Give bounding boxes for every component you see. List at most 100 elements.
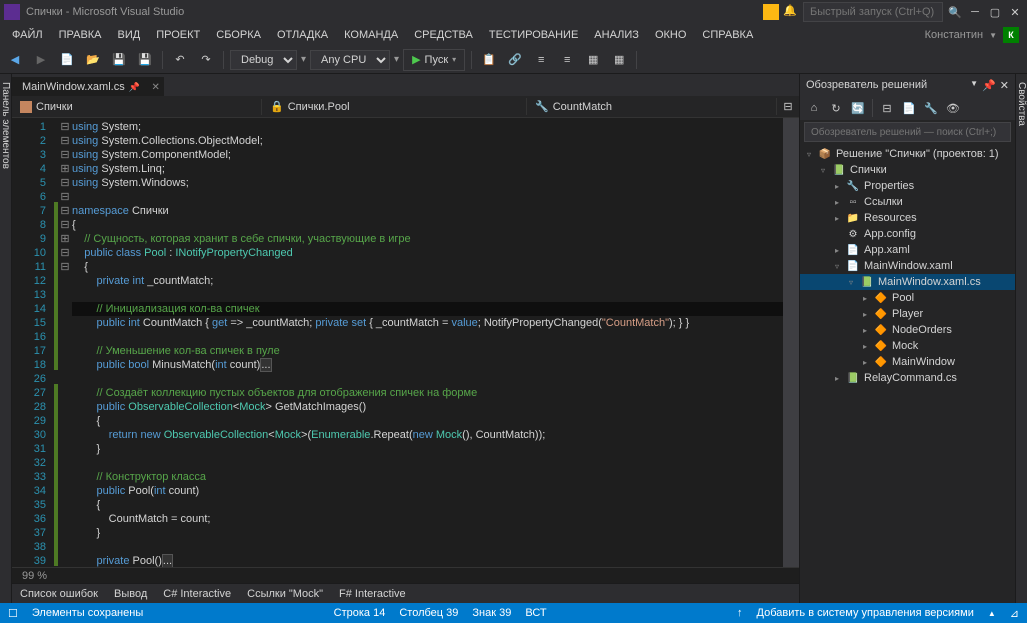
tab-label: MainWindow.xaml.cs [22, 81, 125, 93]
zoom-level[interactable]: 99 % [18, 570, 51, 582]
sync-icon[interactable]: ↻ [826, 98, 846, 118]
bottom-tab[interactable]: Вывод [114, 588, 147, 600]
toolbar-btn1[interactable]: 📋 [478, 49, 500, 71]
vcs-publish-icon[interactable]: ↑ [737, 607, 743, 619]
bottom-tab[interactable]: Список ошибок [20, 588, 98, 600]
user-name[interactable]: Константин [925, 29, 983, 41]
redo-button[interactable]: ↷ [195, 49, 217, 71]
refresh-icon[interactable]: 🔄 [848, 98, 868, 118]
menubar: ФАЙЛПРАВКАВИДПРОЕКТСБОРКАОТЛАДКАКОМАНДАС… [0, 24, 1027, 46]
show-all-icon[interactable]: 📄 [899, 98, 919, 118]
solution-search-input[interactable] [804, 122, 1011, 142]
new-project-button[interactable]: 📄 [56, 49, 78, 71]
fold-column[interactable]: ⊟⊟⊟⊞⊟⊟⊟⊟⊞⊟⊟ [58, 118, 72, 567]
type-combo[interactable]: 🔒Спички.Pool [262, 98, 527, 115]
tree-node[interactable]: ▸🔶NodeOrders [800, 322, 1015, 338]
tree-node[interactable]: ▸📗RelayCommand.cs [800, 370, 1015, 386]
menu-отладка[interactable]: ОТЛАДКА [269, 27, 336, 43]
editor-tab[interactable]: MainWindow.xaml.cs 📌 ✕ [12, 77, 164, 96]
quicklaunch-input[interactable] [803, 2, 943, 22]
pane-close-icon[interactable]: ✕ [1000, 79, 1009, 92]
tree-node[interactable]: ▸📁Resources [800, 210, 1015, 226]
tree-node[interactable]: ▿📦Решение "Спички" (проектов: 1) [800, 146, 1015, 162]
menu-команда[interactable]: КОМАНДА [336, 27, 406, 43]
menu-справка[interactable]: СПРАВКА [694, 27, 761, 43]
undo-button[interactable]: ↶ [169, 49, 191, 71]
status-vcs[interactable]: Добавить в систему управления версиями [757, 607, 974, 619]
tree-node[interactable]: ▸🔶Player [800, 306, 1015, 322]
status-resize-grip[interactable]: ⊿ [1010, 607, 1019, 620]
save-all-button[interactable]: 💾 [134, 49, 156, 71]
open-button[interactable]: 📂 [82, 49, 104, 71]
start-debug-button[interactable]: ▶Пуск ▾ [403, 49, 465, 71]
properties-icon[interactable]: 🔧 [921, 98, 941, 118]
toolbox-pane-collapsed[interactable]: Панель элементов [0, 74, 12, 603]
preview-icon[interactable]: 👁 [943, 98, 963, 118]
solution-toolbar: ⌂ ↻ 🔄 ⊟ 📄 🔧 👁 [800, 96, 1015, 120]
tree-node[interactable]: ▸🔶MainWindow [800, 354, 1015, 370]
menu-файл[interactable]: ФАЙЛ [4, 27, 51, 43]
search-icon[interactable]: 🔍 [947, 4, 963, 20]
toolbar-btn3[interactable]: ≡ [530, 49, 552, 71]
maximize-button[interactable]: ▢ [987, 4, 1003, 20]
pane-pin-icon[interactable]: 📌 [982, 79, 996, 92]
nav-back-button[interactable]: ◀ [4, 49, 26, 71]
bottom-tab[interactable]: Ссылки "Mock" [247, 588, 323, 600]
window-title: Спички - Microsoft Visual Studio [26, 6, 184, 18]
menu-окно[interactable]: ОКНО [647, 27, 694, 43]
tree-node[interactable]: ▿📗MainWindow.xaml.cs [800, 274, 1015, 290]
config-dropdown[interactable]: Debug [230, 50, 297, 70]
status-char: Знак 39 [472, 607, 511, 619]
toolbar-btn2[interactable]: 🔗 [504, 49, 526, 71]
chevron-up-icon[interactable]: ▲ [988, 609, 996, 618]
tree-node[interactable]: ▿📗Спички [800, 162, 1015, 178]
solution-tree[interactable]: ▿📦Решение "Спички" (проектов: 1)▿📗Спички… [800, 144, 1015, 603]
toolbar-btn4[interactable]: ≡ [556, 49, 578, 71]
close-button[interactable]: ✕ [1007, 4, 1023, 20]
bottom-tab[interactable]: C# Interactive [163, 588, 231, 600]
nav-forward-button[interactable]: ▶ [30, 49, 52, 71]
feedback-flag-icon[interactable] [763, 4, 779, 20]
toolbar-btn6[interactable]: ▦ [608, 49, 630, 71]
collapse-icon[interactable]: ⊟ [877, 98, 897, 118]
menu-вид[interactable]: ВИД [110, 27, 149, 43]
code-content[interactable]: using System;using System.Collections.Ob… [72, 118, 783, 567]
pin-icon[interactable]: 📌 [129, 82, 140, 93]
menu-сборка[interactable]: СБОРКА [208, 27, 269, 43]
tree-node[interactable]: ▸🔧Properties [800, 178, 1015, 194]
titlebar: Спички - Microsoft Visual Studio 🔔 🔍 ─ ▢… [0, 0, 1027, 24]
split-icon[interactable]: ⊟ [777, 96, 799, 118]
tab-close-icon[interactable]: ✕ [152, 82, 160, 93]
platform-dropdown[interactable]: Any CPU [310, 50, 390, 70]
editor-tabbar: MainWindow.xaml.cs 📌 ✕ [12, 74, 799, 96]
bottom-tab[interactable]: F# Interactive [339, 588, 406, 600]
status-line: Строка 14 [334, 607, 386, 619]
code-editor[interactable]: 1234567891011121314151617182627282930313… [12, 118, 799, 567]
tree-node[interactable]: ▸▫▫Ссылки [800, 194, 1015, 210]
tree-node[interactable]: ▸🔶Pool [800, 290, 1015, 306]
home-icon[interactable]: ⌂ [804, 98, 824, 118]
chevron-down-icon[interactable]: ▼ [989, 31, 997, 40]
menu-средства[interactable]: СРЕДСТВА [406, 27, 481, 43]
code-nav-bar: Спички 🔒Спички.Pool 🔧CountMatch ⊟ [12, 96, 799, 118]
menu-проект[interactable]: ПРОЕКТ [148, 27, 208, 43]
properties-pane-collapsed[interactable]: Свойства [1015, 74, 1027, 603]
menu-анализ[interactable]: АНАЛИЗ [586, 27, 647, 43]
status-ins: ВСТ [525, 607, 546, 619]
vs-logo-icon [4, 4, 20, 20]
tree-node[interactable]: ▸📄App.xaml [800, 242, 1015, 258]
user-avatar[interactable]: К [1003, 27, 1019, 43]
tree-node[interactable]: ▸🔶Mock [800, 338, 1015, 354]
minimize-button[interactable]: ─ [967, 4, 983, 20]
menu-правка[interactable]: ПРАВКА [51, 27, 110, 43]
vertical-scrollbar[interactable] [783, 118, 799, 567]
menu-тестирование[interactable]: ТЕСТИРОВАНИЕ [481, 27, 586, 43]
notification-icon[interactable]: 🔔 [783, 4, 799, 20]
project-combo[interactable]: Спички [12, 99, 262, 115]
pane-dropdown-icon[interactable]: ▼ [970, 79, 978, 92]
tree-node[interactable]: ⚙App.config [800, 226, 1015, 242]
toolbar-btn5[interactable]: ▦ [582, 49, 604, 71]
save-button[interactable]: 💾 [108, 49, 130, 71]
tree-node[interactable]: ▿📄MainWindow.xaml [800, 258, 1015, 274]
member-combo[interactable]: 🔧CountMatch [527, 98, 777, 115]
